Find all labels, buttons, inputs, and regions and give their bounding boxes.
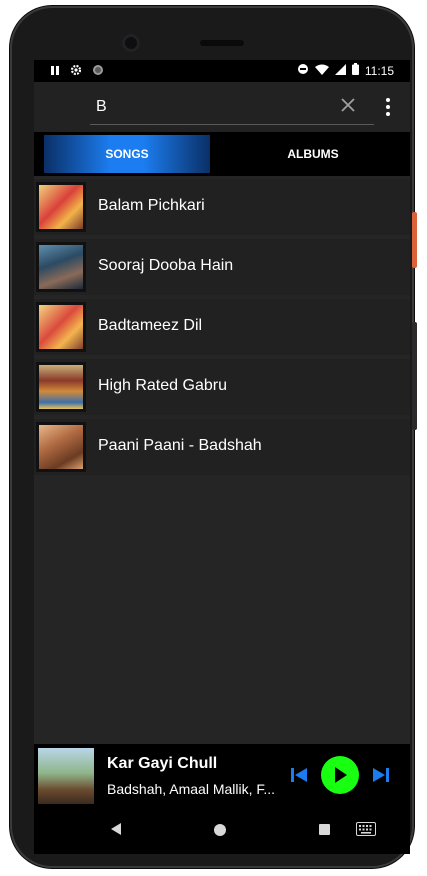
home-icon[interactable] bbox=[214, 824, 226, 836]
album-art bbox=[36, 362, 86, 412]
album-art bbox=[36, 242, 86, 292]
close-icon bbox=[341, 98, 355, 112]
circle-icon bbox=[92, 64, 104, 79]
more-vert-icon bbox=[386, 98, 390, 102]
keyboard-icon bbox=[356, 822, 376, 836]
back-button[interactable] bbox=[110, 822, 122, 841]
system-nav-bar bbox=[34, 808, 410, 854]
back-icon bbox=[111, 823, 121, 835]
song-title: Sooraj Dooba Hain bbox=[98, 257, 234, 274]
song-item-balam-pichkari[interactable]: Balam Pichkari bbox=[34, 179, 410, 235]
status-left-icons bbox=[50, 64, 104, 79]
song-title: Badtameez Dil bbox=[98, 317, 203, 334]
now-playing-artist: Badshah, Amaal Mallik, F... bbox=[107, 781, 276, 797]
song-title: Balam Pichkari bbox=[98, 197, 205, 214]
status-right-icons: 11:15 bbox=[297, 63, 394, 78]
app-screen: 11:15 SONGS ALBUMS bbox=[34, 60, 410, 854]
song-title: Paani Paani - Badshah bbox=[98, 437, 262, 454]
clear-search-button[interactable] bbox=[337, 95, 359, 117]
album-art bbox=[36, 182, 86, 232]
album-art bbox=[36, 302, 86, 352]
next-button[interactable] bbox=[370, 764, 392, 786]
keyboard-button[interactable] bbox=[356, 822, 376, 841]
status-bar: 11:15 bbox=[34, 60, 410, 82]
volume-button bbox=[412, 322, 417, 430]
more-options-button[interactable] bbox=[380, 94, 396, 120]
album-art bbox=[36, 422, 86, 472]
tab-albums[interactable]: ALBUMS bbox=[230, 135, 396, 173]
settings-icon bbox=[70, 64, 82, 79]
song-item-badtameez-dil[interactable]: Badtameez Dil bbox=[34, 299, 410, 355]
recents-icon[interactable] bbox=[319, 824, 330, 835]
song-item-high-rated-gabru[interactable]: High Rated Gabru bbox=[34, 359, 410, 415]
song-item-paani-paani[interactable]: Paani Paani - Badshah bbox=[34, 419, 410, 475]
previous-button[interactable] bbox=[288, 764, 310, 786]
skip-previous-icon bbox=[291, 768, 307, 782]
song-title: High Rated Gabru bbox=[98, 377, 227, 394]
tab-albums-label: ALBUMS bbox=[287, 147, 339, 161]
now-playing-title: Kar Gayi Chull bbox=[107, 755, 218, 772]
tab-songs-label: SONGS bbox=[105, 147, 149, 161]
signal-icon bbox=[334, 63, 346, 78]
status-time: 11:15 bbox=[364, 63, 394, 78]
search-input[interactable] bbox=[90, 90, 374, 125]
power-button bbox=[412, 212, 417, 268]
song-item-sooraj-dooba-hain[interactable]: Sooraj Dooba Hain bbox=[34, 239, 410, 295]
play-button[interactable] bbox=[321, 756, 359, 794]
front-camera bbox=[122, 34, 140, 52]
wifi-icon bbox=[314, 64, 329, 78]
tab-songs[interactable]: SONGS bbox=[44, 135, 210, 173]
song-list: Balam Pichkari Sooraj Dooba Hain Badtame… bbox=[34, 179, 410, 479]
battery-icon bbox=[351, 63, 359, 78]
search-bar bbox=[34, 82, 410, 132]
phone-frame: 11:15 SONGS ALBUMS bbox=[10, 6, 414, 868]
tab-bar: SONGS ALBUMS bbox=[34, 132, 410, 176]
skip-next-icon bbox=[373, 768, 389, 782]
now-playing-album-art bbox=[38, 748, 94, 804]
pause-icon bbox=[50, 65, 60, 79]
now-playing-bar[interactable]: Kar Gayi Chull Badshah, Amaal Mallik, F.… bbox=[34, 744, 410, 808]
earpiece-speaker bbox=[200, 40, 244, 46]
do-not-disturb-icon bbox=[297, 63, 309, 78]
play-icon bbox=[335, 767, 347, 783]
